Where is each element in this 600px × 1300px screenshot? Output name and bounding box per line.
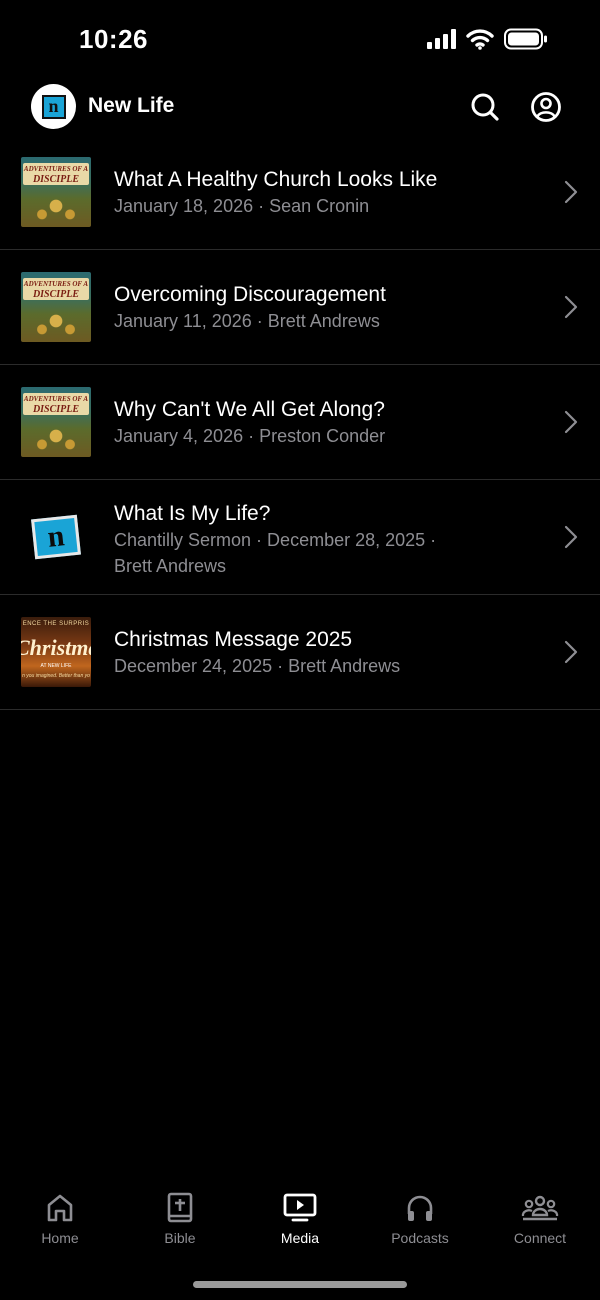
list-item-meta: January 4, 2026 · Preston Conder [114, 426, 386, 446]
list-item-title: Overcoming Discouragement [114, 283, 386, 306]
logo-mark-icon: n [41, 94, 66, 119]
people-icon [521, 1195, 559, 1221]
tab-label: Podcasts [391, 1230, 449, 1246]
list-item[interactable]: n What Is My Life? Chantilly Sermon · De… [0, 480, 600, 595]
sermon-thumbnail: n [21, 502, 91, 572]
thumbnail-text: n you imagined. Better than yo [22, 673, 90, 679]
home-icon [47, 1194, 73, 1222]
sermon-thumbnail: ADVENTURES OF A DISCIPLE [21, 272, 91, 342]
chevron-right-icon [564, 640, 578, 664]
list-item-meta-continued: Brett Andrews [114, 556, 227, 576]
app-title: New Life [88, 94, 175, 117]
tab-label: Connect [513, 1230, 567, 1246]
list-item[interactable]: ADVENTURES OF A DISCIPLE Why Can't We All… [0, 365, 600, 480]
tab-label: Home [41, 1230, 79, 1246]
chevron-right-icon [564, 410, 578, 434]
tab-home[interactable]: Home [0, 1190, 120, 1260]
list-item-meta: December 24, 2025 · Brett Andrews [114, 656, 401, 676]
new-life-logo-icon: n [31, 514, 81, 560]
sermon-thumbnail: ENCE THE SURPRIS Christmas AT NEW LIFE n… [21, 617, 91, 687]
list-item-meta: January 18, 2026 · Sean Cronin [114, 196, 370, 216]
thumbnail-banner: ADVENTURES OF A DISCIPLE [23, 393, 89, 415]
chevron-right-icon [564, 180, 578, 204]
sermon-thumbnail: ADVENTURES OF A DISCIPLE [21, 157, 91, 227]
home-indicator[interactable] [193, 1281, 407, 1288]
tab-media[interactable]: Media [240, 1190, 360, 1260]
list-item-title: What A Healthy Church Looks Like [114, 168, 438, 191]
list-item-text: Why Can't We All Get Along? January 4, 2… [114, 397, 514, 449]
bible-icon [167, 1192, 193, 1223]
tab-podcasts[interactable]: Podcasts [360, 1190, 480, 1260]
app-header: n New Life [0, 84, 600, 130]
thumbnail-text: ENCE THE SURPRIS [22, 621, 90, 627]
tab-bible[interactable]: Bible [120, 1190, 240, 1260]
chevron-right-icon [564, 295, 578, 319]
list-item-title: Why Can't We All Get Along? [114, 398, 385, 421]
church-logo[interactable]: n [31, 84, 76, 129]
search-icon [471, 93, 499, 121]
chevron-right-icon [564, 525, 578, 549]
sermon-thumbnail: ADVENTURES OF A DISCIPLE [21, 387, 91, 457]
list-item-text: What A Healthy Church Looks Like January… [114, 167, 514, 219]
media-icon [283, 1193, 317, 1222]
list-item-text: What Is My Life? Chantilly Sermon · Dece… [114, 501, 514, 579]
wifi-icon [466, 29, 494, 50]
headphones-icon [407, 1195, 433, 1221]
media-list: ADVENTURES OF A DISCIPLE What A Healthy C… [0, 135, 600, 710]
tab-bar: Home Bible Media Podcasts Connect [0, 1190, 600, 1260]
status-bar: 10:26 [0, 0, 600, 80]
list-item-title: Christmas Message 2025 [114, 628, 353, 651]
profile-icon [531, 92, 561, 122]
thumbnail-banner: ADVENTURES OF A DISCIPLE [23, 163, 89, 185]
list-item[interactable]: ENCE THE SURPRIS Christmas AT NEW LIFE n… [0, 595, 600, 710]
list-item[interactable]: ADVENTURES OF A DISCIPLE Overcoming Disco… [0, 250, 600, 365]
list-item-text: Christmas Message 2025 December 24, 2025… [114, 627, 514, 679]
status-icons [427, 28, 548, 50]
tab-label: Bible [164, 1230, 196, 1246]
list-item-text: Overcoming Discouragement January 11, 20… [114, 282, 514, 334]
battery-icon [504, 28, 547, 50]
thumbnail-text: Christmas [21, 635, 91, 660]
thumbnail-text: AT NEW LIFE [40, 663, 72, 669]
tab-label: Media [280, 1230, 320, 1246]
list-item[interactable]: ADVENTURES OF A DISCIPLE What A Healthy C… [0, 135, 600, 250]
list-item-meta: Chantilly Sermon · December 28, 2025 · [114, 530, 437, 550]
cellular-signal-icon [427, 29, 456, 49]
list-item-title: What Is My Life? [114, 502, 271, 525]
tab-connect[interactable]: Connect [480, 1190, 600, 1260]
profile-button[interactable] [529, 90, 563, 124]
thumbnail-banner: ADVENTURES OF A DISCIPLE [23, 278, 89, 300]
search-button[interactable] [468, 90, 502, 124]
list-item-meta: January 11, 2026 · Brett Andrews [114, 311, 380, 331]
media-screen: 10:26 n New Life ADVENTURES OF A DISCIPL… [0, 0, 600, 1300]
status-time: 10:26 [79, 24, 148, 54]
